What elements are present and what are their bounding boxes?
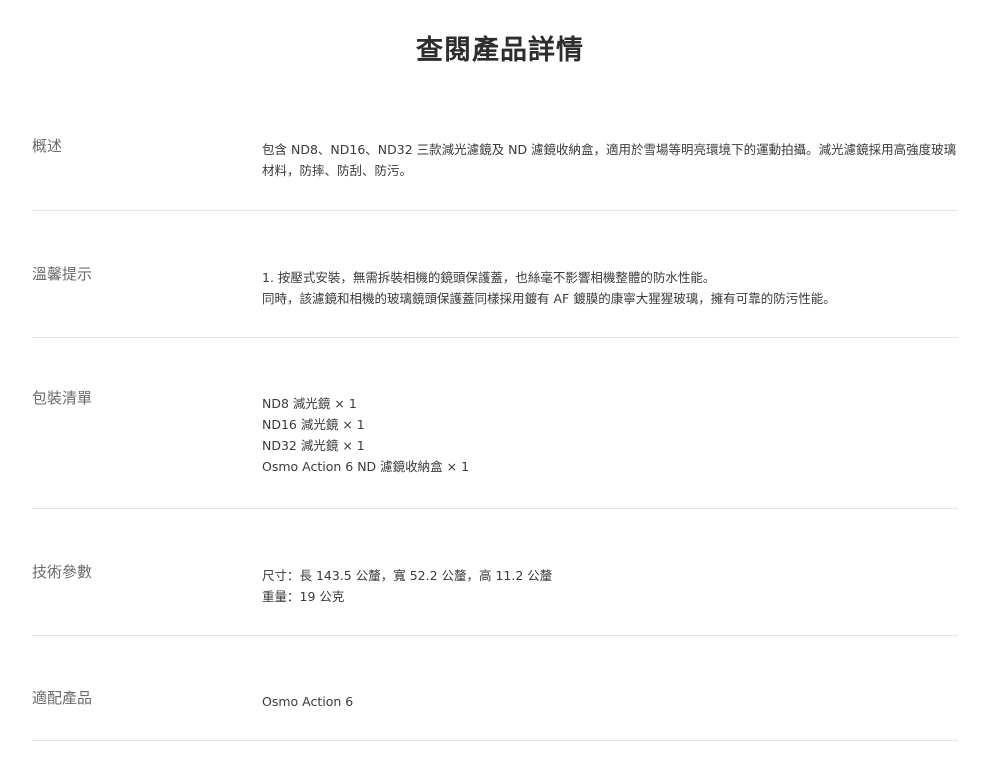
spec-value-overview: 包含 ND8、ND16、ND32 三款減光濾鏡及 ND 濾鏡收納盒，適用於雪場等… — [262, 139, 958, 181]
spec-row-tips: 溫馨提示 1. 按壓式安裝，無需拆裝相機的鏡頭保護蓋，也絲毫不影響相機整體的防水… — [32, 211, 958, 338]
spec-label-tips: 溫馨提示 — [32, 265, 93, 283]
spec-row-compatible: 適配產品 Osmo Action 6 — [32, 636, 958, 741]
spec-value-specs: 尺寸：長 143.5 公釐，寬 52.2 公釐，高 11.2 公釐 重量：19 … — [262, 565, 958, 607]
spec-line: ND8 減光鏡 × 1 — [262, 396, 357, 411]
spec-line: 包含 ND8、ND16、ND32 三款減光濾鏡及 ND 濾鏡收納盒，適用於雪場等… — [262, 142, 957, 178]
spec-value-compatible: Osmo Action 6 — [262, 691, 958, 712]
spec-line: Osmo Action 6 — [262, 694, 354, 709]
spec-value-tips: 1. 按壓式安裝，無需拆裝相機的鏡頭保護蓋，也絲毫不影響相機整體的防水性能。 同… — [262, 267, 958, 309]
spec-row-package: 包裝清單 ND8 減光鏡 × 1 ND16 減光鏡 × 1 ND32 減光鏡 ×… — [32, 338, 958, 509]
spec-line: 1. 按壓式安裝，無需拆裝相機的鏡頭保護蓋，也絲毫不影響相機整體的防水性能。 — [262, 270, 716, 285]
spec-label-compatible: 適配產品 — [32, 689, 93, 707]
spec-line: 同時，該濾鏡和相機的玻璃鏡頭保護蓋同樣採用鍍有 AF 鍍膜的康寧大猩猩玻璃，擁有… — [262, 291, 836, 306]
spec-value-package: ND8 減光鏡 × 1 ND16 減光鏡 × 1 ND32 減光鏡 × 1 Os… — [262, 393, 958, 477]
spec-row-overview: 概述 包含 ND8、ND16、ND32 三款減光濾鏡及 ND 濾鏡收納盒，適用於… — [32, 108, 958, 211]
spec-label-package: 包裝清單 — [32, 389, 93, 407]
spec-line: ND16 減光鏡 × 1 — [262, 417, 365, 432]
spec-line: Osmo Action 6 ND 濾鏡收納盒 × 1 — [262, 459, 470, 474]
spec-line: 重量：19 公克 — [262, 589, 345, 604]
spec-label-specs: 技術參數 — [32, 563, 93, 581]
spec-row-specs: 技術參數 尺寸：長 143.5 公釐，寬 52.2 公釐，高 11.2 公釐 重… — [32, 509, 958, 636]
page-title: 查閱產品詳情 — [416, 35, 584, 66]
spec-list: 概述 包含 ND8、ND16、ND32 三款減光濾鏡及 ND 濾鏡收納盒，適用於… — [32, 108, 958, 741]
spec-line: 尺寸：長 143.5 公釐，寬 52.2 公釐，高 11.2 公釐 — [262, 568, 553, 583]
spec-line: ND32 減光鏡 × 1 — [262, 438, 365, 453]
spec-label-overview: 概述 — [32, 137, 63, 155]
